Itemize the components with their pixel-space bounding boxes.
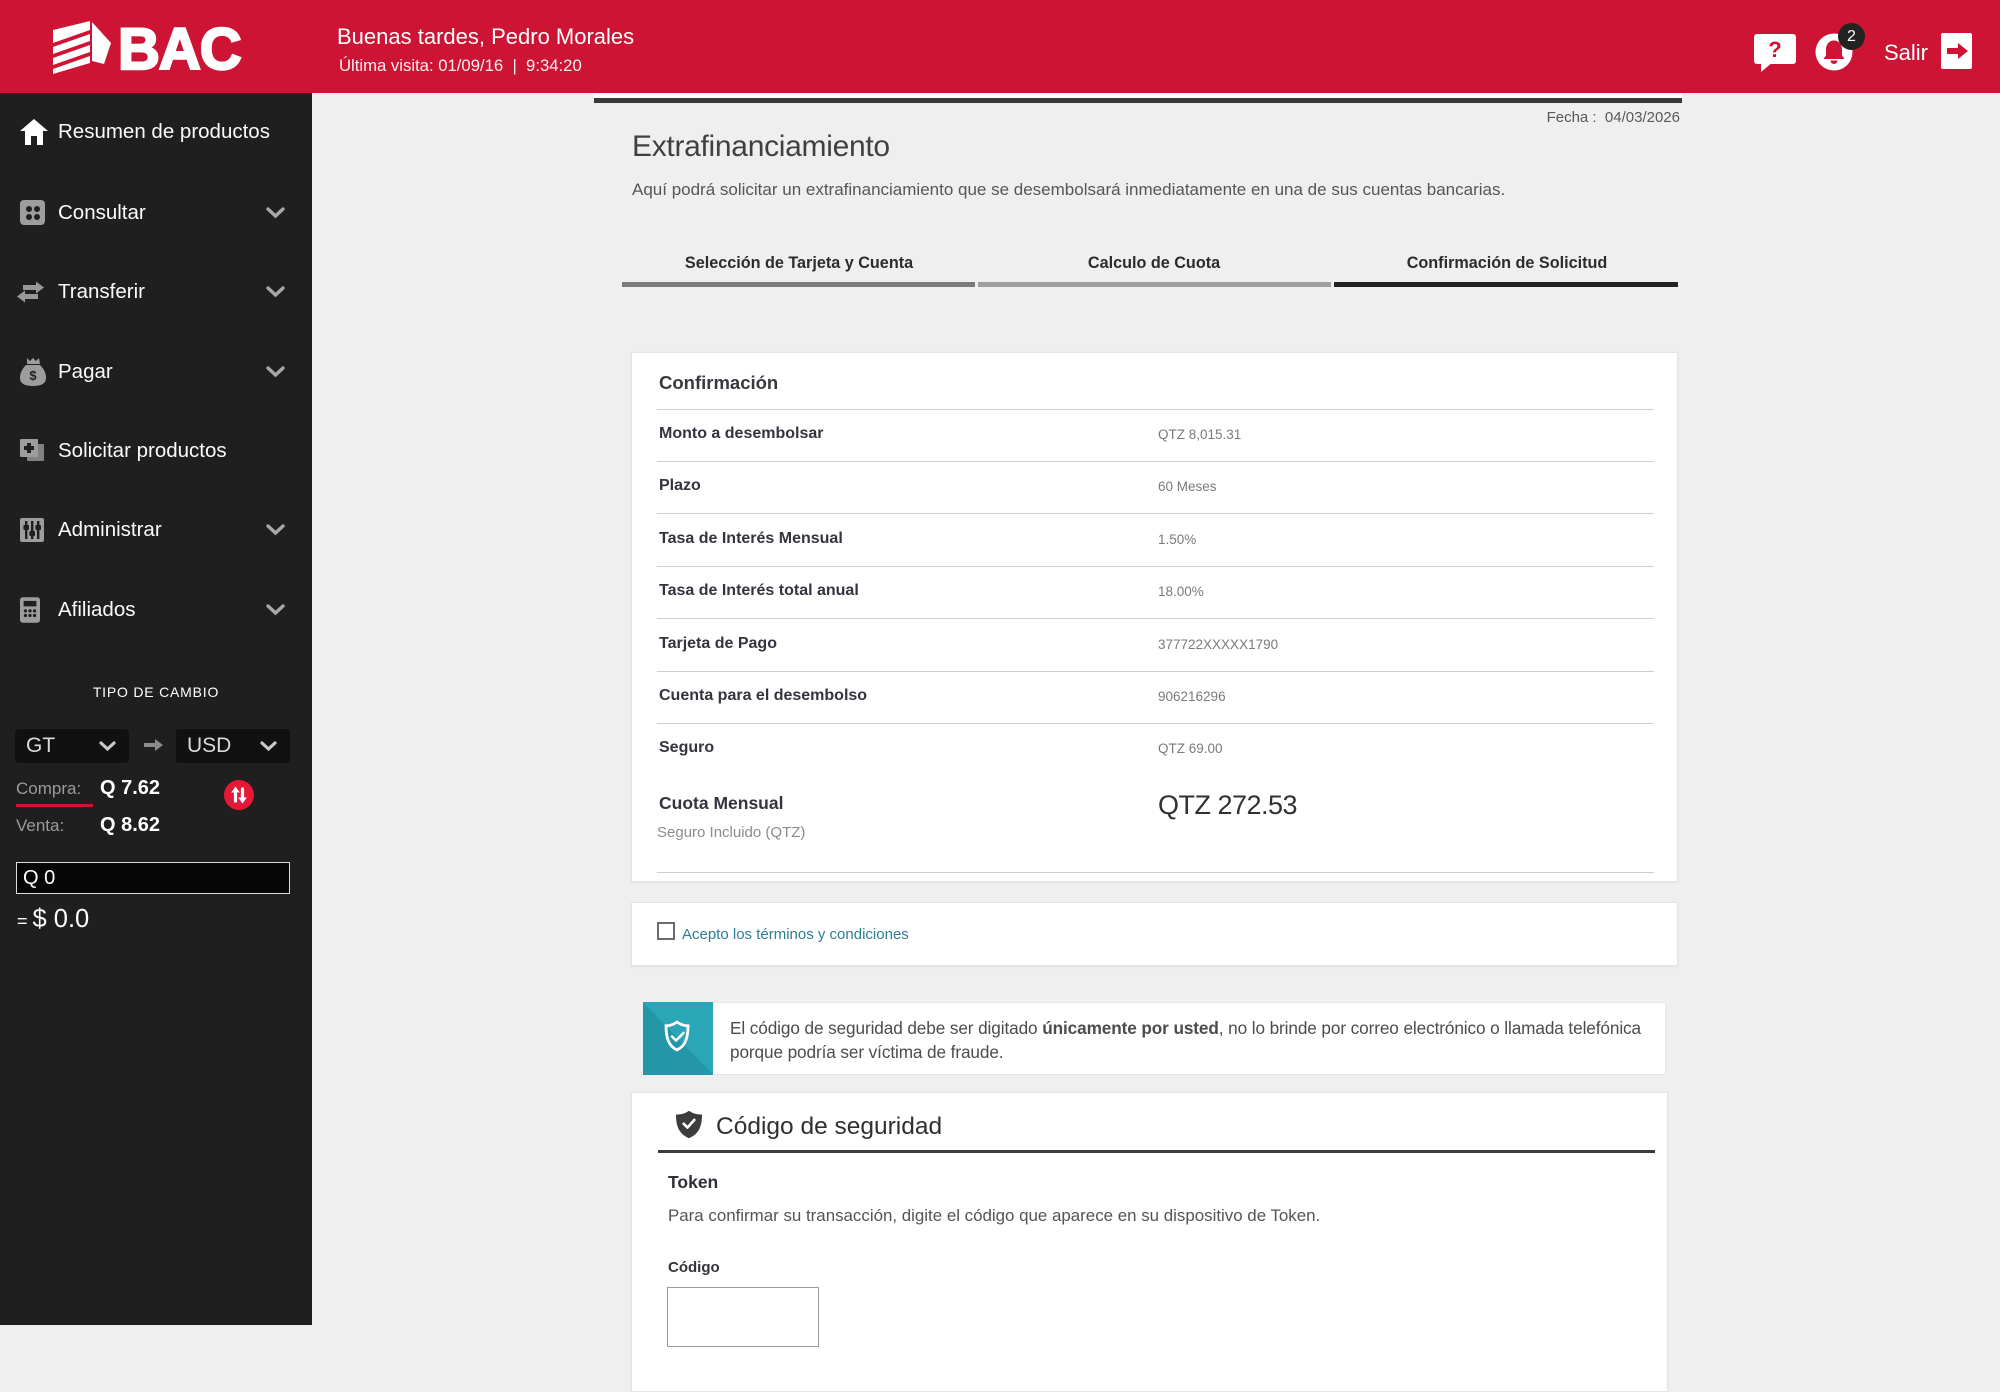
svg-text:$: $ (29, 368, 37, 383)
svg-text:BAC: BAC (118, 19, 241, 77)
svg-text:?: ? (1768, 37, 1781, 62)
